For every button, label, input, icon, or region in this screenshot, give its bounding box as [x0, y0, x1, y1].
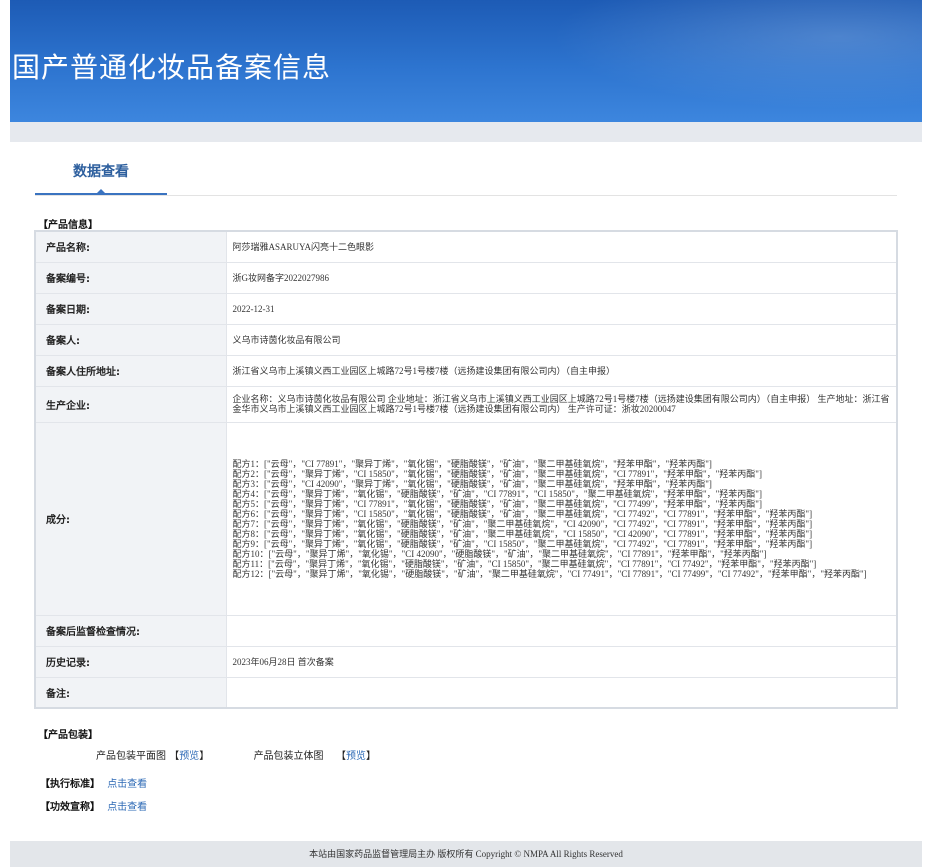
stereo-preview-link[interactable]: 预览	[346, 747, 366, 762]
packaging-heading: 【产品包装】	[38, 730, 98, 741]
product-name-value: 阿莎瑞雅ASARUYA闪亮十二色眼影	[225, 230, 898, 263]
formula-line: 配方10：["云母"，"聚异丁烯"，"氧化锡"，"CI 42090"，"硬脂酸镁…	[232, 548, 767, 559]
formula-line: 配方2：["云母"，"聚异丁烯"，"CI 15850"，"氧化锡"，"硬脂酸镁"…	[232, 468, 762, 479]
record-number-value: 浙G妆网备字2022027986	[225, 261, 898, 294]
table-row: 备案日期: 2022-12-31	[34, 292, 898, 325]
banner-shadow	[10, 122, 922, 142]
row-label: 历史记录:	[34, 645, 227, 678]
footer-text: 本站由国家药品监督管理局主办 版权所有 Copyright © NMPA All…	[309, 849, 623, 859]
formula-line: 配方7：["云母"，"聚异丁烯"，"氧化锡"，"硬脂酸镁"，"矿油"，"聚二甲基…	[232, 518, 813, 529]
packaging-row: 产品包装平面图 【预览】 产品包装立体图 【预览】	[96, 747, 376, 762]
table-row: 备案人住所地址: 浙江省义乌市上溪镇义西工业园区上城路72号1号楼7楼（远扬建设…	[34, 354, 898, 387]
row-label: 备案后监督检查情况:	[34, 614, 227, 647]
table-row: 备注:	[34, 676, 898, 709]
table-row: 备案编号: 浙G妆网备字2022027986	[34, 261, 898, 294]
formula-line: 配方3：["云母"，"CI 42090"，"聚异丁烯"，"氧化锡"，"硬脂酸镁"…	[232, 478, 712, 489]
bracket-open: 【	[335, 751, 346, 762]
table-row: 备案后监督检查情况:	[34, 614, 898, 647]
bracket-close: 】	[199, 751, 210, 762]
header-banner: 国产普通化妆品备案信息	[10, 0, 922, 122]
formula-line: 配方5：["云母"，"聚异丁烯"，"CI 77891"，"氧化锡"，"硬脂酸镁"…	[232, 498, 762, 509]
formula-line: 配方4：["云母"，"聚异丁烯"，"氧化锡"，"硬脂酸镁"，"矿油"，"CI 7…	[232, 488, 762, 499]
registrant-value: 义乌市诗茵化妆品有限公司	[225, 323, 898, 356]
bracket-close: 】	[365, 751, 376, 762]
formula-line: 配方9：["云母"，"聚异丁烯"，"氧化锡"，"硬脂酸镁"，"矿油"，"CI 1…	[232, 538, 813, 549]
history-value: 2023年06月28日 首次备案	[225, 645, 898, 678]
table-row: 生产企业: 企业名称：义乌市诗茵化妆品有限公司 企业地址：浙江省义乌市上溪镇义西…	[34, 385, 898, 423]
flat-image-label: 产品包装平面图	[96, 751, 166, 762]
efficacy-heading: 【功效宣称】	[40, 802, 100, 813]
formula-line: 配方11：["云母"，"聚异丁烯"，"氧化锡"，"硬脂酸镁"，"矿油"，"CI …	[232, 558, 817, 569]
tab-data-view[interactable]: 数据查看	[35, 150, 167, 195]
stereo-image-label: 产品包装立体图	[253, 751, 324, 762]
flat-preview-link[interactable]: 预览	[179, 747, 199, 762]
ingredients-value: 配方1：["云母"，"CI 77891"，"聚异丁烯"，"氧化锡"，"硬脂酸镁"…	[225, 421, 898, 616]
table-row: 历史记录: 2023年06月28日 首次备案	[34, 645, 898, 678]
tab-label: 数据查看	[73, 164, 129, 180]
efficacy-view-link[interactable]: 点击查看	[107, 802, 147, 813]
tab-bar: 数据查看	[35, 150, 897, 196]
formula-line: 配方6：["云母"，"聚异丁烯"，"CI 15850"，"氧化锡"，"硬脂酸镁"…	[232, 508, 813, 519]
product-info-table: 产品名称: 阿莎瑞雅ASARUYA闪亮十二色眼影 备案编号: 浙G妆网备字202…	[34, 230, 898, 709]
efficacy-row: 【功效宣称】 点击查看	[40, 798, 147, 813]
formula-line: 配方1：["云母"，"CI 77891"，"聚异丁烯"，"氧化锡"，"硬脂酸镁"…	[232, 458, 712, 469]
row-label: 备案编号:	[34, 261, 227, 294]
bracket-open: 【	[169, 751, 180, 762]
standard-heading: 【执行标准】	[40, 779, 100, 790]
formula-line: 配方12：["云母"，"聚异丁烯"，"氧化锡"，"硬脂酸镁"，"矿油"，"聚二甲…	[232, 568, 867, 579]
row-label: 生产企业:	[34, 385, 227, 423]
row-label: 备案人:	[34, 323, 227, 356]
standard-row: 【执行标准】 点击查看	[40, 775, 147, 790]
remarks-value	[225, 676, 898, 709]
table-row: 产品名称: 阿莎瑞雅ASARUYA闪亮十二色眼影	[34, 230, 898, 263]
standard-view-link[interactable]: 点击查看	[107, 779, 147, 790]
row-label: 备注:	[34, 676, 227, 709]
record-date-value: 2022-12-31	[225, 292, 898, 325]
row-label: 产品名称:	[34, 230, 227, 263]
supervision-value	[225, 614, 898, 647]
formula-line: 配方8：["云母"，"聚异丁烯"，"氧化锡"，"硬脂酸镁"，"矿油"，"聚二甲基…	[232, 528, 813, 539]
manufacturer-value: 企业名称：义乌市诗茵化妆品有限公司 企业地址：浙江省义乌市上溪镇义西工业园区上城…	[225, 385, 898, 423]
page-title: 国产普通化妆品备案信息	[12, 51, 332, 84]
footer: 本站由国家药品监督管理局主办 版权所有 Copyright © NMPA All…	[10, 841, 922, 867]
registrant-address-value: 浙江省义乌市上溪镇义西工业园区上城路72号1号楼7楼（远扬建设集团有限公司内）（…	[225, 354, 898, 387]
row-label: 备案日期:	[34, 292, 227, 325]
row-label: 成分:	[34, 421, 227, 616]
product-info-heading: 【产品信息】	[38, 220, 98, 231]
tab-active-caret-icon	[95, 189, 107, 195]
row-label: 备案人住所地址:	[34, 354, 227, 387]
table-row: 备案人: 义乌市诗茵化妆品有限公司	[34, 323, 898, 356]
table-row: 成分: 配方1：["云母"，"CI 77891"，"聚异丁烯"，"氧化锡"，"硬…	[34, 421, 898, 616]
